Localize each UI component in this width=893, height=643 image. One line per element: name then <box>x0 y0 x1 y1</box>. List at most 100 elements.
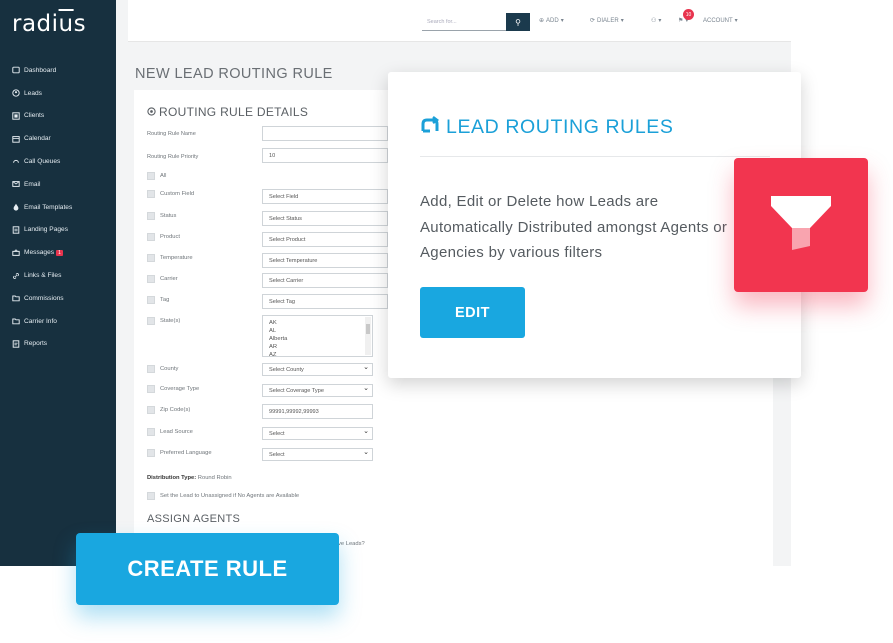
status-checkbox[interactable] <box>147 212 155 220</box>
sidebar-item-dashboard[interactable]: Dashboard <box>0 59 116 82</box>
priority-label: Routing Rule Priority <box>147 154 199 160</box>
checkbox-label: Product <box>160 234 180 240</box>
sidebar-item-reports[interactable]: Reports <box>0 333 116 356</box>
create-rule-button[interactable]: CREATE RULE <box>76 533 339 605</box>
custom-field-row[interactable]: Custom Field <box>147 190 194 198</box>
sidebar-item-links-files[interactable]: Links & Files <box>0 264 116 287</box>
product-checkbox[interactable] <box>147 233 155 241</box>
priority-input[interactable]: 10 <box>262 148 388 163</box>
coverage-checkbox[interactable] <box>147 385 155 393</box>
folder-icon <box>12 317 20 325</box>
sidebar-item-carrier-info[interactable]: Carrier Info <box>0 310 116 333</box>
unassigned-row[interactable]: Set the Lead to Unassigned if No Agents … <box>147 492 299 500</box>
messages-badge: 1 <box>56 249 63 256</box>
tag-checkbox[interactable] <box>147 296 155 304</box>
sidebar-item-landing-pages[interactable]: Landing Pages <box>0 219 116 242</box>
calendar-icon <box>12 135 20 143</box>
county-select[interactable]: Select County <box>262 363 373 376</box>
search-button[interactable]: ⚲ <box>506 13 530 31</box>
unassigned-checkbox[interactable] <box>147 492 155 500</box>
lead-source-select[interactable]: Select <box>262 427 373 440</box>
checkbox-label: State(s) <box>160 318 181 324</box>
reports-icon <box>12 340 20 348</box>
checkbox-label: Set the Lead to Unassigned if No Agents … <box>160 493 300 499</box>
filter-icon <box>770 192 832 259</box>
zip-checkbox[interactable] <box>147 406 155 414</box>
sidebar-item-label: Calendar <box>24 135 51 143</box>
info-card-title: LEAD ROUTING RULES <box>420 114 674 140</box>
states-listbox[interactable]: AK AL Alberta AR AZ <box>262 315 373 357</box>
distribution-label: Distribution Type: <box>147 475 197 481</box>
state-option[interactable]: AZ <box>269 351 366 356</box>
status-row[interactable]: Status <box>147 212 176 220</box>
custom-field-checkbox[interactable] <box>147 190 155 198</box>
add-menu[interactable]: ⊕ ADD ▾ <box>539 17 564 25</box>
sidebar-item-leads[interactable]: Leads <box>0 82 116 105</box>
leads-icon <box>12 89 20 97</box>
status-select[interactable]: Select Status <box>262 211 388 226</box>
state-option[interactable]: AL <box>269 327 366 335</box>
sidebar-item-calendar[interactable]: Calendar <box>0 127 116 150</box>
lead-source-checkbox[interactable] <box>147 428 155 436</box>
account-menu[interactable]: ACCOUNT ▾ <box>703 17 738 25</box>
state-option[interactable]: AK <box>269 319 366 327</box>
drop-icon <box>12 203 20 211</box>
sidebar-item-clients[interactable]: Clients <box>0 105 116 128</box>
carrier-checkbox[interactable] <box>147 275 155 283</box>
all-checkbox[interactable] <box>147 172 155 180</box>
states-row[interactable]: State(s) <box>147 317 180 325</box>
users-menu[interactable]: ⚇ ▾ <box>651 17 661 24</box>
sidebar-item-messages[interactable]: Messages 1 <box>0 241 116 264</box>
search-input[interactable]: Search for... <box>422 13 506 31</box>
state-option[interactable]: Alberta <box>269 335 366 343</box>
carrier-row[interactable]: Carrier <box>147 275 178 283</box>
zip-input[interactable]: 99991,99992,99993 <box>262 404 373 419</box>
carrier-select[interactable]: Select Carrier <box>262 273 388 288</box>
bell-icon: ⚑ <box>678 18 684 24</box>
sidebar-item-label: Email Templates <box>24 203 73 211</box>
county-checkbox[interactable] <box>147 365 155 373</box>
temperature-select[interactable]: Select Temperature <box>262 253 388 268</box>
language-row[interactable]: Preferred Language <box>147 449 212 457</box>
edit-button[interactable]: EDIT <box>420 287 525 338</box>
zip-row[interactable]: Zip Code(s) <box>147 406 190 414</box>
rule-name-input[interactable] <box>262 126 388 141</box>
notification-badge: 10 <box>683 9 694 20</box>
info-card-title-text: LEAD ROUTING RULES <box>446 115 674 138</box>
tag-select[interactable]: Select Tag <box>262 294 388 309</box>
section-title: ROUTING RULE DETAILS <box>147 105 308 119</box>
page-title: NEW LEAD ROUTING RULE <box>135 66 333 82</box>
product-select[interactable]: Select Product <box>262 232 388 247</box>
coverage-row[interactable]: Coverage Type <box>147 385 199 393</box>
tag-row[interactable]: Tag <box>147 296 169 304</box>
custom-field-select[interactable]: Select Field <box>262 189 388 204</box>
checkbox-label: Coverage Type <box>160 386 200 392</box>
listbox-scrollbar[interactable] <box>365 317 371 355</box>
sidebar-item-label: Clients <box>24 112 45 120</box>
sidebar-item-call-queues[interactable]: Call Queues <box>0 150 116 173</box>
state-option[interactable]: AR <box>269 343 366 351</box>
partial-question-text: ve Leads? <box>338 541 365 547</box>
temperature-checkbox[interactable] <box>147 254 155 262</box>
language-checkbox[interactable] <box>147 449 155 457</box>
sidebar-item-label: Leads <box>24 89 42 97</box>
language-select[interactable]: Select <box>262 448 373 461</box>
dialer-menu[interactable]: ⟳ DIALER ▾ <box>590 17 624 25</box>
app-logo[interactable]: radius <box>12 11 86 37</box>
search-icon: ⚲ <box>515 17 521 27</box>
info-card-divider <box>420 156 770 157</box>
county-row[interactable]: County <box>147 365 178 373</box>
rule-name-label: Routing Rule Name <box>147 131 196 137</box>
coverage-select[interactable]: Select Coverage Type <box>262 384 373 397</box>
states-checkbox[interactable] <box>147 317 155 325</box>
sidebar-item-commissions[interactable]: Commissions <box>0 287 116 310</box>
sidebar-item-email-templates[interactable]: Email Templates <box>0 196 116 219</box>
sidebar-item-email[interactable]: Email <box>0 173 116 196</box>
all-checkbox-row[interactable]: All <box>147 172 166 180</box>
scrollbar-thumb[interactable] <box>366 324 370 334</box>
product-row[interactable]: Product <box>147 233 180 241</box>
assign-agents-title: ASSIGN AGENTS <box>147 513 241 525</box>
lead-source-row[interactable]: Lead Source <box>147 428 193 436</box>
temperature-row[interactable]: Temperature <box>147 254 193 262</box>
distribution-value: Round Robin <box>197 475 232 481</box>
